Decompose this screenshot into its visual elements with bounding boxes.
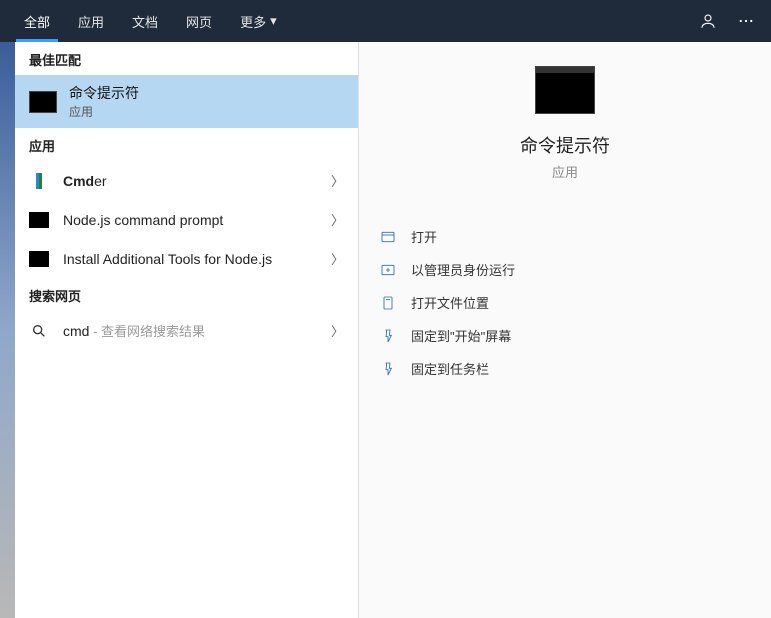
- web-search-label: cmd - 查看网络搜索结果: [63, 321, 317, 340]
- tabs-container: 全部 应用 文档 网页 更多 ▾: [10, 0, 291, 42]
- left-edge-strip: [0, 42, 15, 618]
- app-label: Node.js command prompt: [63, 212, 317, 228]
- action-pin-start[interactable]: 固定到"开始"屏幕: [379, 320, 751, 351]
- pin-icon: [379, 360, 397, 378]
- folder-icon: [379, 294, 397, 312]
- chevron-right-icon[interactable]: 〉: [331, 171, 344, 190]
- tab-docs[interactable]: 文档: [118, 0, 172, 42]
- search-icon: [29, 323, 49, 339]
- section-web: 搜索网页: [15, 278, 358, 311]
- terminal-icon: [29, 251, 49, 267]
- web-search-item[interactable]: cmd - 查看网络搜索结果 〉: [15, 311, 358, 350]
- actions-list: 打开 以管理员身份运行 打开文件位置 固定到"开始"屏幕: [379, 221, 751, 384]
- tab-label: 全部: [24, 12, 50, 31]
- preview-header: 命令提示符 应用: [379, 66, 751, 181]
- best-match-title: 命令提示符: [69, 83, 139, 103]
- cmd-large-icon: [535, 66, 595, 114]
- cmd-icon: [29, 91, 57, 113]
- action-pin-taskbar[interactable]: 固定到任务栏: [379, 353, 751, 384]
- shield-icon: [379, 261, 397, 279]
- open-icon: [379, 228, 397, 246]
- section-apps: 应用: [15, 128, 358, 161]
- terminal-icon: [29, 212, 49, 228]
- pin-icon: [379, 327, 397, 345]
- action-label: 打开文件位置: [411, 293, 489, 312]
- app-item-nodejs-prompt[interactable]: Node.js command prompt 〉: [15, 200, 358, 239]
- action-label: 以管理员身份运行: [411, 260, 515, 279]
- tab-apps[interactable]: 应用: [64, 0, 118, 42]
- tab-label: 更多: [240, 12, 266, 31]
- chevron-right-icon[interactable]: 〉: [331, 210, 344, 229]
- app-item-nodejs-tools[interactable]: Install Additional Tools for Node.js 〉: [15, 239, 358, 278]
- action-label: 固定到"开始"屏幕: [411, 326, 511, 345]
- more-icon[interactable]: [731, 6, 761, 36]
- best-match-subtitle: 应用: [69, 103, 139, 120]
- best-match-text: 命令提示符 应用: [69, 83, 139, 120]
- tab-label: 网页: [186, 12, 212, 31]
- app-label: Cmder: [63, 173, 317, 189]
- action-label: 固定到任务栏: [411, 359, 489, 378]
- action-open-location[interactable]: 打开文件位置: [379, 287, 751, 318]
- app-item-cmder[interactable]: Cmder 〉: [15, 161, 358, 200]
- chevron-right-icon[interactable]: 〉: [331, 321, 344, 340]
- top-actions: [693, 6, 761, 36]
- chevron-down-icon: ▾: [270, 13, 277, 29]
- preview-subtitle: 应用: [552, 162, 578, 181]
- chevron-right-icon[interactable]: 〉: [331, 249, 344, 268]
- tab-label: 应用: [78, 12, 104, 31]
- action-run-admin[interactable]: 以管理员身份运行: [379, 254, 751, 285]
- top-tab-bar: 全部 应用 文档 网页 更多 ▾: [0, 0, 771, 42]
- best-match-item[interactable]: 命令提示符 应用: [15, 75, 358, 128]
- action-open[interactable]: 打开: [379, 221, 751, 252]
- preview-panel: 命令提示符 应用 打开 以管理员身份运行 打开文件位置: [359, 42, 771, 618]
- tab-web[interactable]: 网页: [172, 0, 226, 42]
- action-label: 打开: [411, 227, 437, 246]
- cmder-icon: [29, 173, 49, 189]
- tab-more[interactable]: 更多 ▾: [226, 0, 291, 42]
- preview-title: 命令提示符: [520, 132, 610, 158]
- section-best-match: 最佳匹配: [15, 42, 358, 75]
- tab-all[interactable]: 全部: [10, 0, 64, 42]
- results-panel: 最佳匹配 命令提示符 应用 应用 Cmder 〉 Node.js command…: [15, 42, 359, 618]
- app-label: Install Additional Tools for Node.js: [63, 251, 317, 267]
- feedback-icon[interactable]: [693, 6, 723, 36]
- tab-label: 文档: [132, 12, 158, 31]
